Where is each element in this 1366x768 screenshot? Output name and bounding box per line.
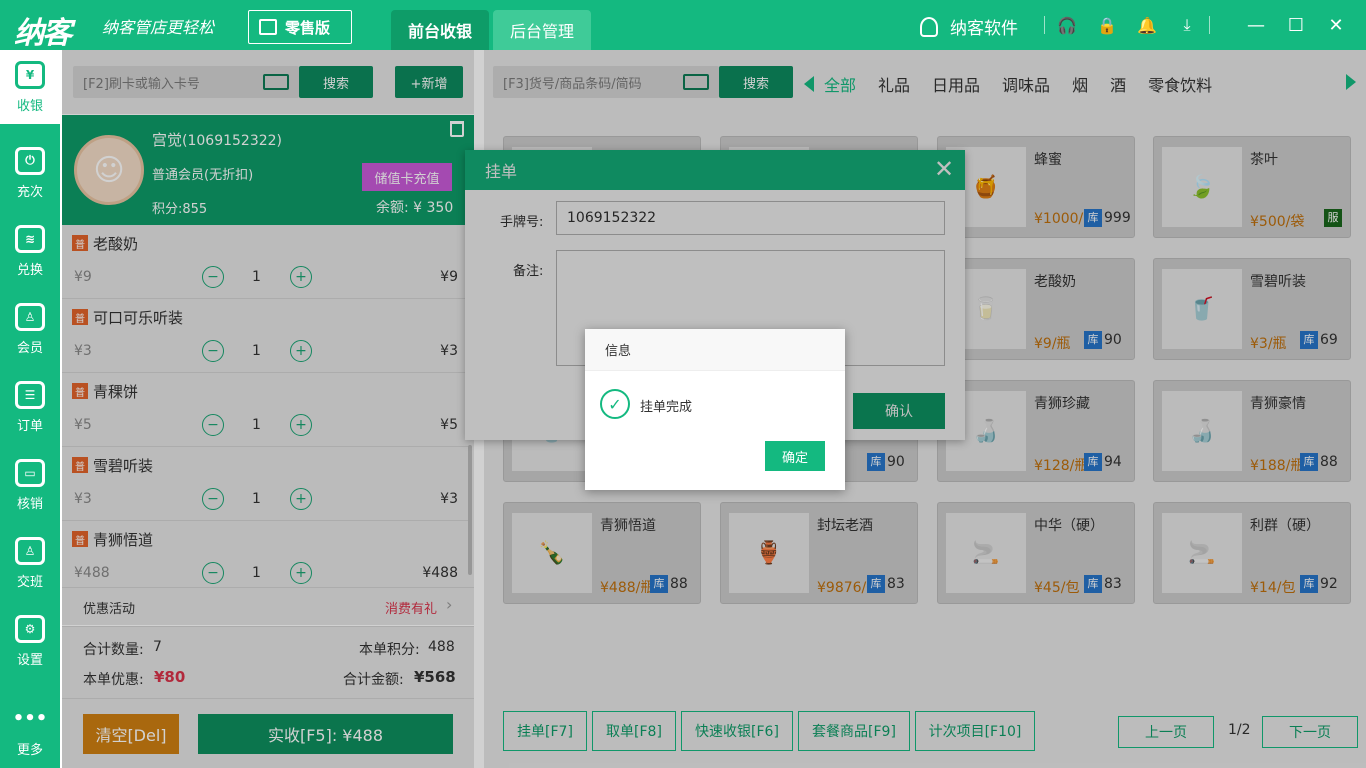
sidebar-item-label: 会员	[16, 340, 43, 356]
recharge-icon: ⏻	[15, 146, 45, 175]
sidebar: ¥ 收银 ⏻ 充次 ≋ 兑换 ♙ 会员 ☰ 订单 ▭ 核销 ♙ 交班 ⚙ 设置 …	[0, 50, 60, 768]
sidebar-item-label: 设置	[16, 652, 43, 668]
divider	[1044, 16, 1045, 34]
edition-button[interactable]: 零售版	[248, 10, 352, 44]
sidebar-item-label: 核销	[16, 496, 43, 512]
headset-icon[interactable]: 🎧	[1047, 12, 1087, 38]
sidebar-item-cashier[interactable]: ¥ 收银	[0, 50, 60, 124]
gear-icon: ⚙	[15, 614, 45, 643]
app-slogan: 纳客管店更轻松	[102, 18, 215, 37]
sidebar-item-label: 兑换	[16, 262, 43, 278]
bell-icon[interactable]: 🔔	[1127, 12, 1167, 38]
cashier-icon: ¥	[15, 60, 45, 89]
shift-icon: ♙	[15, 536, 45, 565]
sidebar-item-label: 订单	[16, 418, 43, 434]
sidebar-item-label: 更多	[16, 742, 43, 758]
clipboard-icon: ☰	[15, 380, 45, 409]
sidebar-item-verify[interactable]: ▭ 核销	[0, 448, 60, 522]
tab-front-cashier[interactable]: 前台收银	[391, 10, 489, 50]
sidebar-item-label: 收银	[16, 98, 43, 114]
sidebar-item-label: 充次	[16, 184, 43, 200]
sidebar-item-more[interactable]: ••• 更多	[0, 694, 60, 768]
check-circle-icon: ✓	[600, 389, 630, 419]
maximize-button[interactable]: ☐	[1276, 10, 1316, 40]
download-icon[interactable]: ⤓	[1167, 12, 1207, 38]
member-icon: ♙	[15, 302, 45, 331]
tab-backend-admin[interactable]: 后台管理	[493, 10, 591, 50]
app-logo: 纳客	[14, 16, 72, 51]
minimize-button[interactable]: —	[1236, 10, 1276, 40]
sidebar-item-shift[interactable]: ♙ 交班	[0, 526, 60, 600]
sidebar-item-member[interactable]: ♙ 会员	[0, 292, 60, 366]
edition-label: 零售版	[285, 18, 331, 37]
sidebar-item-label: 交班	[16, 574, 43, 590]
divider	[1209, 16, 1210, 34]
window-controls: — ☐ ✕	[1236, 10, 1356, 40]
lock-icon[interactable]: 🔒	[1087, 12, 1127, 38]
sidebar-item-exchange[interactable]: ≋ 兑换	[0, 214, 60, 288]
user-menu[interactable]: 纳客软件	[920, 14, 1018, 39]
more-icon: •••	[12, 708, 48, 729]
sidebar-item-recharge[interactable]: ⏻ 充次	[0, 136, 60, 210]
info-message: 挂单完成	[640, 400, 693, 415]
user-name: 纳客软件	[950, 19, 1018, 39]
close-button[interactable]: ✕	[1316, 10, 1356, 40]
database-icon: ≋	[15, 224, 45, 253]
top-bar: 纳客 纳客管店更轻松 零售版 前台收银 后台管理 纳客软件 🎧 🔒 🔔 ⤓ — …	[0, 0, 1366, 51]
sidebar-item-settings[interactable]: ⚙ 设置	[0, 604, 60, 678]
info-title: 信息	[585, 329, 845, 371]
user-icon	[920, 16, 938, 37]
ticket-icon: ▭	[15, 458, 45, 487]
info-ok-button[interactable]: 确定	[765, 441, 825, 471]
sidebar-item-orders[interactable]: ☰ 订单	[0, 370, 60, 444]
bag-icon	[259, 19, 277, 35]
top-icons: 🎧 🔒 🔔 ⤓	[1042, 12, 1212, 38]
info-dialog: 信息 ✓ 挂单完成 确定	[585, 329, 845, 490]
